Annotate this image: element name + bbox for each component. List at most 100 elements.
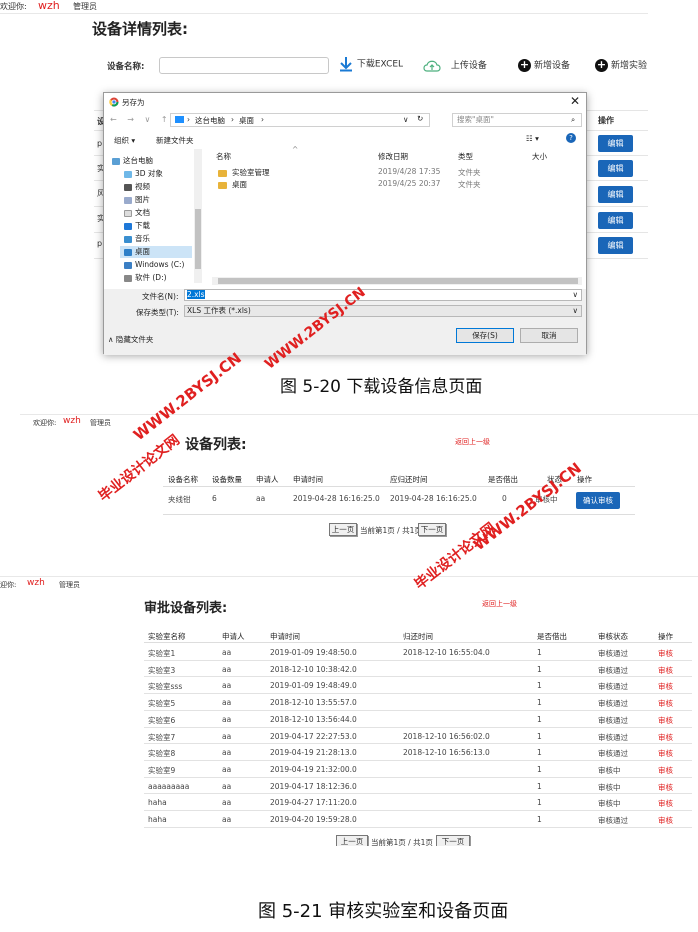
file-row[interactable]: 实验室管理 [218, 167, 270, 178]
edit-button[interactable]: 编辑 [598, 135, 633, 152]
row-divider [144, 726, 692, 728]
audit-link[interactable]: 审核 [658, 765, 673, 776]
close-icon[interactable]: ✕ [570, 94, 580, 108]
audit-link[interactable]: 审核 [658, 748, 673, 759]
username-link[interactable]: wzh [38, 0, 60, 12]
refresh-icon[interactable]: ↻ [417, 114, 423, 123]
column-header[interactable]: 修改日期 [378, 151, 408, 162]
row-divider [144, 676, 692, 678]
table-cell: 2019-04-27 17:11:20.0 [270, 798, 357, 808]
chevron-down-icon: ∨ [572, 290, 579, 299]
figure-caption: 图 5-20 下载设备信息页面 [280, 377, 483, 397]
add-lab-label: 新增实验 [611, 61, 648, 71]
table-cell: 2018-12-10 16:56:02.0 [403, 731, 490, 741]
add-lab-button[interactable]: + 新增实验 [595, 58, 647, 72]
next-page-button[interactable]: 下一页 [436, 835, 470, 846]
audit-link[interactable]: 审核 [658, 732, 673, 743]
download-excel-button[interactable]: 下载EXCEL [338, 56, 403, 72]
file-list-scrollbar[interactable] [212, 277, 582, 285]
prev-page-button[interactable]: 上一页 [329, 523, 357, 536]
table-cell: 2019-04-20 19:59:28.0 [270, 815, 357, 824]
table-cell: 实验室sss [148, 682, 183, 692]
row-divider [144, 709, 692, 711]
table-cell: 2018-12-10 13:55:57.0 [270, 698, 357, 708]
3d-icon [124, 170, 132, 178]
chevron-down-icon[interactable]: ∨ [403, 115, 409, 124]
nav-scrollbar[interactable] [194, 149, 202, 283]
upload-device-button[interactable]: 上传设备 [422, 58, 487, 73]
nav-item[interactable]: 3D 对象 [124, 168, 163, 180]
table-cell: 实验室9 [148, 765, 176, 775]
column-header: 是否借出 [537, 632, 567, 641]
column-header[interactable]: 类型 [458, 151, 473, 162]
pc-icon [112, 157, 120, 165]
table-cell: 审核通过 [598, 649, 628, 658]
username-link[interactable]: wzh [63, 416, 81, 426]
nav-item[interactable]: 视频 [124, 181, 150, 193]
search-input[interactable]: 搜索"桌面" [452, 113, 582, 127]
nav-item[interactable]: 下载 [124, 220, 150, 232]
nav-arrows-icon[interactable]: ← → ∨ ↑ [110, 115, 172, 124]
table-cell: 1 [537, 681, 542, 691]
filename-input[interactable]: 2.xls ∨ [184, 289, 582, 301]
nav-item[interactable]: 文档 [124, 207, 150, 219]
nav-item[interactable]: 这台电脑 [112, 155, 153, 167]
edit-button[interactable]: 编辑 [598, 237, 633, 254]
sort-icon: ^ [292, 145, 299, 154]
view-icon[interactable]: ☷ ▾ [526, 134, 539, 143]
nav-item[interactable]: 软件 (D:) [124, 272, 167, 284]
next-page-button[interactable]: 下一页 [418, 523, 446, 536]
breadcrumb-item[interactable]: 桌面 [239, 115, 254, 126]
nav-item[interactable]: 图片 [124, 194, 150, 206]
filetype-label: 保存类型(T): [136, 308, 179, 317]
hide-folders-toggle[interactable]: ∧ 隐藏文件夹 [108, 334, 153, 345]
row-divider [144, 743, 692, 745]
download-label: 下载EXCEL [356, 59, 404, 70]
nav-item[interactable]: 音乐 [124, 233, 150, 245]
table-cell: aa [222, 648, 232, 657]
edit-button[interactable]: 编辑 [598, 160, 633, 177]
add-device-button[interactable]: + 新增设备 [518, 58, 570, 72]
column-header[interactable]: 名称 [216, 151, 231, 162]
column-header: 申请人 [256, 475, 279, 484]
row-divider [144, 659, 692, 661]
nav-item-selected[interactable]: 桌面 [120, 246, 192, 258]
edit-button[interactable]: 编辑 [598, 212, 633, 229]
filetype-select[interactable]: XLS 工作表 (*.xls) ∨ [184, 305, 582, 317]
page-title: 设备列表: [185, 437, 247, 453]
audit-link[interactable]: 审核 [658, 665, 673, 676]
table-cell: aa [222, 664, 232, 674]
column-header[interactable]: 大小 [532, 151, 547, 162]
desktop-icon [124, 248, 132, 256]
audit-link[interactable]: 审核 [658, 715, 673, 726]
device-name-input[interactable] [159, 57, 329, 74]
top-bar [0, 0, 648, 14]
help-icon[interactable]: ? [566, 133, 576, 143]
save-button[interactable]: 保存(S) [456, 328, 514, 343]
back-link[interactable]: 返回上一级 [482, 599, 517, 609]
file-row[interactable]: 桌面 [218, 179, 247, 190]
audit-link[interactable]: 审核 [658, 798, 673, 809]
column-header: 实验室名称 [148, 632, 186, 641]
confirm-review-button[interactable]: 确认审核 [576, 492, 620, 509]
breadcrumb-item[interactable]: 这台电脑 [195, 115, 225, 126]
table-cell: 审核通过 [598, 816, 628, 825]
audit-link[interactable]: 审核 [658, 681, 673, 692]
prev-page-button[interactable]: 上一页 [336, 835, 368, 846]
new-folder-button[interactable]: 新建文件夹 [156, 135, 194, 146]
file-type: 文件夹 [458, 168, 481, 177]
organize-menu[interactable]: 组织 ▾ [114, 135, 135, 146]
cancel-button[interactable]: 取消 [520, 328, 578, 343]
table-cell: 2019-04-19 21:28:13.0 [270, 748, 357, 758]
username-link[interactable]: wzh [27, 578, 45, 588]
nav-item[interactable]: Windows (C:) [124, 259, 184, 271]
audit-link[interactable]: 审核 [658, 815, 673, 826]
audit-link[interactable]: 审核 [658, 698, 673, 709]
address-bar[interactable]: › 这台电脑 › 桌面 › ∨ ↻ [170, 113, 430, 127]
back-link[interactable]: 返回上一级 [455, 437, 490, 447]
download-icon [340, 57, 352, 72]
edit-button[interactable]: 编辑 [598, 186, 633, 203]
audit-link[interactable]: 审核 [658, 782, 673, 793]
filename-label: 文件名(N): [142, 292, 179, 301]
audit-link[interactable]: 审核 [658, 648, 673, 659]
